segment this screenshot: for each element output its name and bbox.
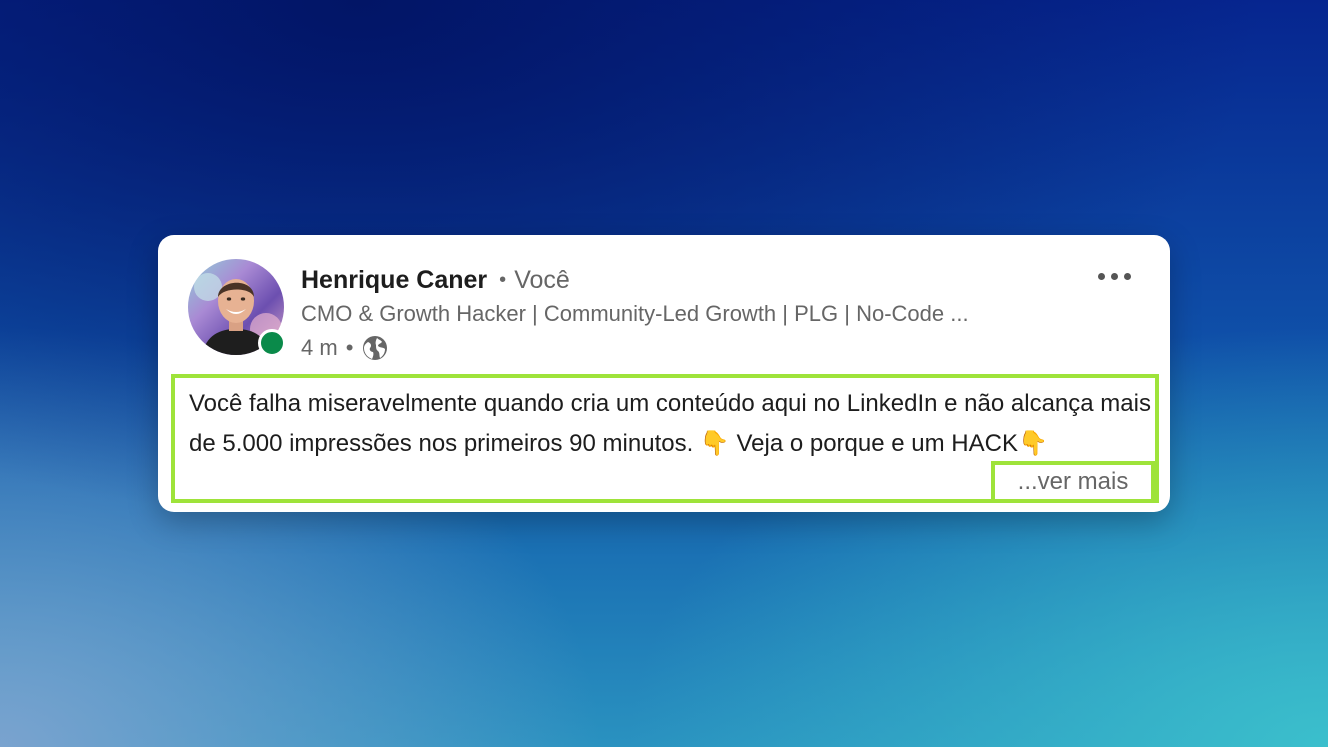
linkedin-post-card: Henrique Caner • Você CMO & Growth Hacke… [158,235,1170,512]
ellipsis-icon-dot [1110,272,1118,280]
ellipsis-icon-dot [1123,272,1131,280]
see-more-button[interactable]: ...ver mais [991,461,1155,503]
name-separator: • [499,268,507,291]
author-line: Henrique Caner • Você [301,263,570,297]
post-meta: 4 m • [301,332,389,364]
author-name[interactable]: Henrique Caner [301,266,487,295]
online-status-indicator [258,329,286,357]
meta-separator: • [345,335,354,360]
connection-degree: Você [514,265,570,294]
post-time: 4 m [301,335,338,360]
ellipsis-icon-dot [1097,272,1105,280]
globe-icon [361,334,389,362]
more-options-button[interactable] [1088,261,1140,291]
author-headline: CMO & Growth Hacker | Community-Led Grow… [301,301,969,326]
